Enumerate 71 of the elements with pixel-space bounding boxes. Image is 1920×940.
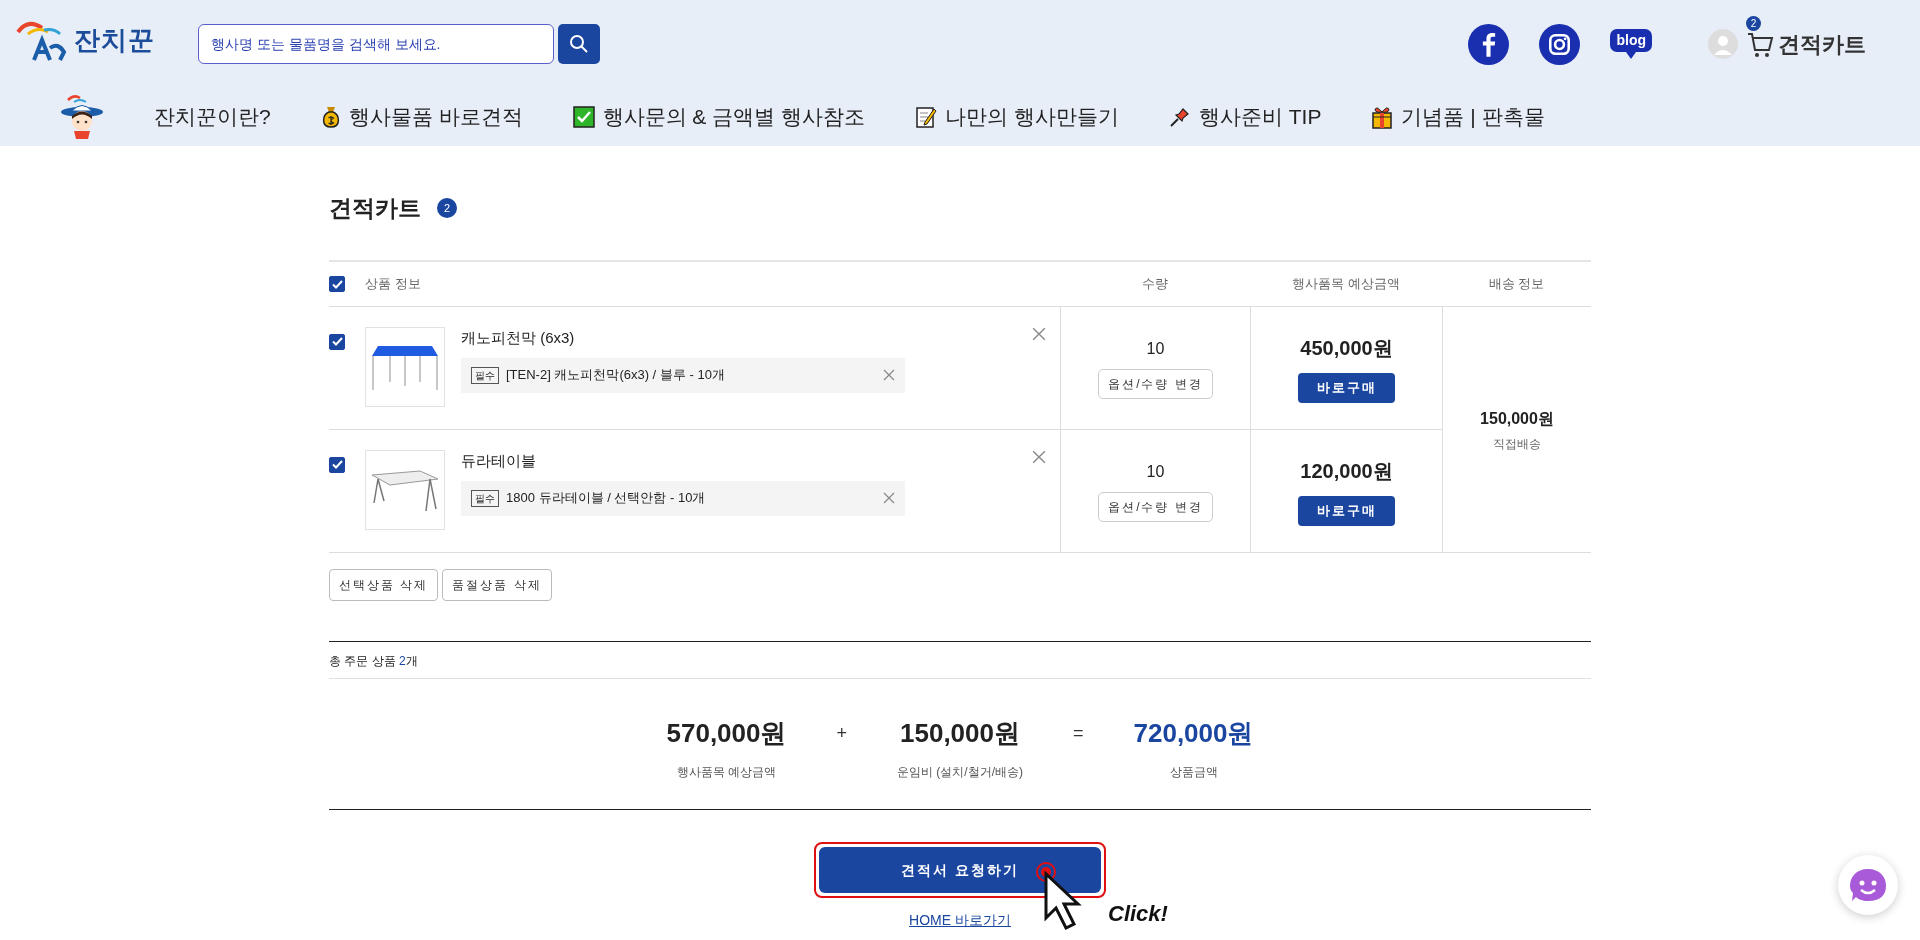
remove-item-button[interactable]	[1032, 450, 1046, 464]
delete-button[interactable]: 선택상품 삭제	[329, 569, 439, 601]
remove-item-button[interactable]	[1032, 327, 1046, 341]
search-icon	[569, 34, 589, 54]
column-header: 행사품목 예상금액	[1292, 275, 1400, 294]
search-field[interactable]: 행사명 또는 물품명을 검색해 보세요.	[198, 24, 554, 64]
close-icon	[1032, 450, 1046, 464]
nav-link[interactable]: 행사준비 TIP	[1168, 101, 1322, 133]
cart-icon	[1746, 30, 1774, 58]
operator-sign: +	[836, 721, 847, 745]
column-header: 배송 정보	[1488, 275, 1545, 294]
click-annotation: Click!	[1108, 902, 1168, 927]
home-link[interactable]: HOME 바로가기	[909, 910, 1011, 931]
facebook-icon[interactable]	[1468, 23, 1510, 65]
buy-now-button[interactable]: 바로구매	[1298, 496, 1395, 526]
option-text: 1800 듀라테이블 / 선택안함 - 10개	[506, 489, 706, 508]
money-bag-icon	[320, 105, 341, 129]
close-icon	[883, 492, 895, 504]
column-header: 수량	[1142, 275, 1168, 294]
quantity: 10	[1146, 339, 1165, 359]
operator-sign: =	[1073, 721, 1084, 745]
count-badge: 2	[437, 198, 457, 218]
pushpin-icon	[1168, 106, 1191, 128]
change-option-button[interactable]: 옵션/수량 변경	[1098, 369, 1213, 399]
required-tag: 필수	[471, 489, 499, 507]
total-amount: 570,000원	[666, 716, 787, 750]
cart-link[interactable]: 2 견적카트	[1746, 15, 1866, 61]
delete-button[interactable]: 품절상품 삭제	[442, 569, 552, 601]
product-photo[interactable]	[365, 450, 445, 530]
item-price: 450,000원	[1300, 336, 1393, 361]
amount-label: 행사품목 예상금액	[676, 763, 777, 781]
mascot-icon	[60, 94, 104, 140]
nav-link[interactable]: 나만의 행사만들기	[915, 101, 1119, 133]
total-amount: 150,000원	[900, 716, 1020, 750]
nav-link[interactable]: 기념품 | 판촉물	[1371, 101, 1545, 133]
total-items-text: 총 주문 상품 2개	[329, 653, 419, 670]
product-photo[interactable]	[365, 327, 445, 407]
column-header: 상품 정보	[365, 275, 421, 294]
request-quote-button[interactable]: 견적서 요청하기	[819, 847, 1101, 893]
amount-label: 운임비 (설치/철거/배송)	[897, 763, 1023, 781]
option-text: [TEN-2] 캐노피천막(6x3) / 블루 - 10개	[506, 366, 725, 385]
product-name[interactable]: 듀라테이블	[461, 450, 536, 473]
memo-icon	[915, 106, 938, 128]
instagram-icon[interactable]	[1539, 23, 1581, 65]
close-icon	[883, 369, 895, 381]
item-price: 120,000원	[1300, 459, 1393, 484]
buy-now-button[interactable]: 바로구매	[1298, 373, 1395, 403]
required-tag: 필수	[471, 366, 499, 384]
total-amount: 720,000원	[1133, 716, 1254, 750]
chatbot-button[interactable]	[1838, 855, 1898, 915]
quantity: 10	[1146, 462, 1165, 482]
gift-icon	[1371, 105, 1394, 129]
cart-count-badge: 2	[1746, 15, 1761, 31]
shipping-method: 직접배송	[1493, 435, 1541, 453]
product-name[interactable]: 캐노피천막 (6x3)	[461, 327, 575, 350]
nav-link[interactable]: 잔치꾼이란?	[154, 101, 271, 133]
checkbox[interactable]	[329, 333, 345, 350]
checkbox-icon	[572, 106, 595, 128]
remove-option-button[interactable]	[883, 492, 895, 504]
change-option-button[interactable]: 옵션/수량 변경	[1098, 492, 1213, 522]
shipping-fee: 150,000원	[1480, 408, 1554, 429]
search-button[interactable]	[558, 24, 600, 64]
nav-link[interactable]: 행사물품 바로견적	[320, 101, 523, 133]
checkbox[interactable]	[329, 456, 345, 473]
checkbox[interactable]	[329, 276, 345, 292]
remove-option-button[interactable]	[883, 369, 895, 381]
amount-label: 상품금액	[1169, 763, 1218, 781]
close-icon	[1032, 327, 1046, 341]
page-title: 견적카트	[329, 193, 421, 223]
logo-text[interactable]: 잔치꾼	[74, 20, 155, 60]
nav-link[interactable]: 행사문의 & 금액별 행사참조	[572, 101, 866, 133]
